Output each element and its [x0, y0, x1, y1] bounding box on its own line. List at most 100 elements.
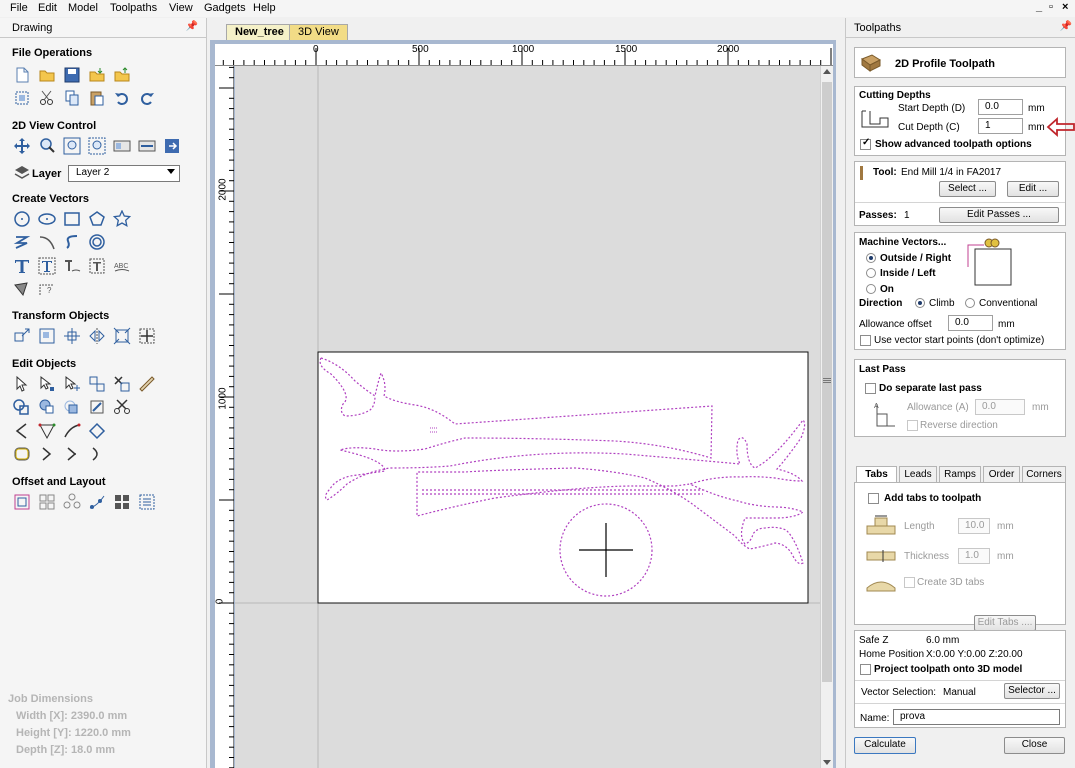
subtab-leads[interactable]: Leads — [899, 466, 937, 483]
scroll-up-icon[interactable] — [823, 69, 831, 74]
subtab-corners[interactable]: Corners — [1022, 466, 1066, 483]
view-layers-icon[interactable] — [138, 137, 156, 155]
inside-radio[interactable] — [866, 268, 876, 278]
polyline-tool-icon[interactable] — [13, 233, 31, 251]
menu-edit[interactable]: Edit — [38, 2, 57, 14]
import-icon[interactable] — [88, 66, 106, 84]
create-3d-tabs-checkbox[interactable] — [904, 577, 915, 588]
close-window-button[interactable]: × — [1062, 1, 1068, 13]
offset-icon[interactable] — [13, 493, 31, 511]
fillet-icon[interactable] — [38, 422, 56, 440]
node-edit-icon[interactable] — [38, 375, 56, 393]
auto-layout-text-icon[interactable] — [88, 257, 106, 275]
menu-file[interactable]: File — [10, 2, 28, 14]
edit-tabs-button[interactable]: Edit Tabs .... — [974, 615, 1036, 631]
cut-icon[interactable] — [38, 89, 56, 107]
align-icon[interactable] — [38, 327, 56, 345]
last-pass-allowance-input[interactable]: 0.0 — [975, 399, 1025, 415]
zoom-selection-icon[interactable] — [88, 137, 106, 155]
vector-start-points-checkbox[interactable] — [860, 335, 871, 346]
allowance-offset-input[interactable]: 0.0 — [948, 315, 993, 331]
curve-fit-icon[interactable] — [38, 445, 56, 463]
text-tool-icon[interactable] — [13, 257, 31, 275]
redo-icon[interactable] — [138, 89, 156, 107]
scissors-icon[interactable] — [113, 398, 131, 416]
text-arc-icon[interactable]: ABC — [113, 257, 131, 275]
line-fit-icon[interactable] — [63, 445, 81, 463]
scroll-down-icon[interactable] — [823, 760, 831, 765]
copy-along-vector-icon[interactable] — [88, 493, 106, 511]
circular-copy-icon[interactable] — [63, 493, 81, 511]
on-radio[interactable] — [866, 284, 876, 294]
conventional-radio[interactable] — [965, 298, 975, 308]
angle-icon[interactable] — [13, 422, 31, 440]
paste-icon[interactable] — [88, 89, 106, 107]
subtab-tabs[interactable]: Tabs — [856, 466, 897, 483]
smooth-icon[interactable] — [13, 445, 31, 463]
project-toolpath-checkbox[interactable] — [860, 664, 871, 675]
climb-radio[interactable] — [915, 298, 925, 308]
join-icon[interactable] — [88, 398, 106, 416]
curve-tool-icon[interactable] — [63, 233, 81, 251]
select-tool-button[interactable]: Select ... — [939, 181, 996, 197]
save-icon[interactable] — [63, 66, 81, 84]
reverse-direction-checkbox[interactable] — [907, 420, 918, 431]
select-all-icon[interactable] — [13, 89, 31, 107]
separate-last-pass-checkbox[interactable] — [865, 383, 876, 394]
pan-icon[interactable] — [13, 137, 31, 155]
start-depth-input[interactable]: 0.0 — [978, 99, 1023, 115]
ellipse-tool-icon[interactable] — [38, 210, 56, 228]
dimension-tool-icon[interactable]: ? — [38, 280, 56, 298]
outside-radio[interactable] — [866, 253, 876, 263]
view-layout-icon[interactable] — [113, 137, 131, 155]
weld-icon[interactable] — [13, 398, 31, 416]
rectangle-tool-icon[interactable] — [63, 210, 81, 228]
spiral-tool-icon[interactable] — [88, 233, 106, 251]
set-position-icon[interactable] — [138, 327, 156, 345]
menu-toolpaths[interactable]: Toolpaths — [110, 2, 157, 14]
star-tool-icon[interactable] — [113, 210, 131, 228]
restore-button[interactable]: ▫ — [1049, 1, 1053, 13]
extend-icon[interactable] — [63, 422, 81, 440]
layer-select[interactable]: Layer 2 — [68, 165, 180, 182]
open-file-icon[interactable] — [38, 66, 56, 84]
minimize-button[interactable]: _ — [1036, 1, 1042, 13]
new-file-icon[interactable] — [13, 66, 31, 84]
toggle-view-icon[interactable] — [163, 137, 181, 155]
labels-nest-icon[interactable] — [138, 493, 156, 511]
array-copy-icon[interactable] — [38, 493, 56, 511]
edit-tool-button[interactable]: Edit ... — [1007, 181, 1059, 197]
tab-3d-view[interactable]: 3D View — [289, 24, 348, 40]
arc-tool-icon[interactable] — [38, 233, 56, 251]
measure-icon[interactable] — [138, 375, 156, 393]
nesting-icon[interactable] — [113, 493, 131, 511]
add-tabs-checkbox[interactable] — [868, 493, 879, 504]
scroll-thumb[interactable] — [822, 82, 832, 682]
transform-pointer-icon[interactable] — [63, 375, 81, 393]
tab-length-input[interactable]: 10.0 — [958, 518, 990, 534]
subtab-order[interactable]: Order — [983, 466, 1020, 483]
undo-icon[interactable] — [113, 89, 131, 107]
calculate-button[interactable]: Calculate — [854, 737, 916, 754]
text-on-curve-icon[interactable] — [63, 257, 81, 275]
intersect-icon[interactable] — [63, 398, 81, 416]
toolpath-name-input[interactable]: prova — [893, 709, 1060, 725]
circle-tool-icon[interactable] — [13, 210, 31, 228]
polygon-tool-icon[interactable] — [88, 210, 106, 228]
scale-icon[interactable] — [113, 327, 131, 345]
close-button[interactable]: Close — [1004, 737, 1065, 754]
pin-icon[interactable]: 📌 — [1060, 21, 1072, 32]
selector-button[interactable]: Selector ... — [1004, 683, 1060, 699]
interactive-trim-icon[interactable] — [88, 375, 106, 393]
text-box-icon[interactable] — [38, 257, 56, 275]
select-pointer-icon[interactable] — [13, 375, 31, 393]
menu-gadgets[interactable]: Gadgets — [204, 2, 246, 14]
center-icon[interactable] — [63, 327, 81, 345]
delete-trim-icon[interactable] — [113, 375, 131, 393]
subtract-icon[interactable] — [38, 398, 56, 416]
tab-thickness-input[interactable]: 1.0 — [958, 548, 990, 564]
menu-model[interactable]: Model — [68, 2, 98, 14]
menu-help[interactable]: Help — [253, 2, 276, 14]
move-icon[interactable] — [13, 327, 31, 345]
export-icon[interactable] — [113, 66, 131, 84]
